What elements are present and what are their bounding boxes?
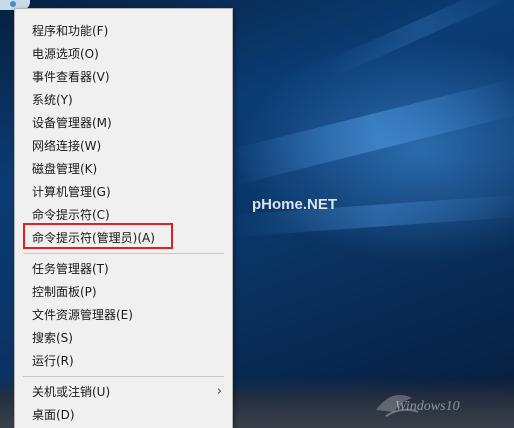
menu-item-label: 运行(R) <box>32 354 74 368</box>
menu-item-task-manager[interactable]: 任务管理器(T) <box>15 258 232 280</box>
menu-item-event-viewer[interactable]: 事件查看器(V) <box>15 66 232 88</box>
menu-item-label: 电源选项(O) <box>32 47 99 61</box>
menu-item-label: 命令提示符(C) <box>32 208 110 222</box>
menu-item-run[interactable]: 运行(R) <box>15 350 232 372</box>
menu-item-search[interactable]: 搜索(S) <box>15 327 232 349</box>
menu-item-label: 命令提示符(管理员)(A) <box>32 231 155 245</box>
menu-item-label: 磁盘管理(K) <box>32 162 98 176</box>
logo-text: Windows10 <box>395 399 460 414</box>
menu-item-shutdown-signout[interactable]: 关机或注销(U) › <box>15 381 232 403</box>
menu-item-device-manager[interactable]: 设备管理器(M) <box>15 112 232 134</box>
menu-item-control-panel[interactable]: 控制面板(P) <box>15 281 232 303</box>
menu-separator <box>23 376 224 377</box>
menu-item-label: 事件查看器(V) <box>32 70 110 84</box>
menu-item-label: 搜索(S) <box>32 331 73 345</box>
menu-item-label: 文件资源管理器(E) <box>32 308 133 322</box>
menu-item-computer-management[interactable]: 计算机管理(G) <box>15 181 232 203</box>
menu-item-label: 网络连接(W) <box>32 139 102 153</box>
winx-context-menu: 程序和功能(F) 电源选项(O) 事件查看器(V) 系统(Y) 设备管理器(M)… <box>14 8 233 428</box>
menu-separator <box>23 253 224 254</box>
menu-item-label: 程序和功能(F) <box>32 24 109 38</box>
menu-item-label: 任务管理器(T) <box>32 262 109 276</box>
menu-item-command-prompt-admin[interactable]: 命令提示符(管理员)(A) <box>15 227 232 249</box>
menu-item-file-explorer[interactable]: 文件资源管理器(E) <box>15 304 232 326</box>
menu-item-label: 设备管理器(M) <box>32 116 112 130</box>
watermark: pHome.NET <box>252 196 338 213</box>
menu-item-label: 计算机管理(G) <box>32 185 111 199</box>
menu-item-label: 关机或注销(U) <box>32 385 111 399</box>
chevron-right-icon: › <box>216 384 222 399</box>
menu-item-command-prompt[interactable]: 命令提示符(C) <box>15 204 232 226</box>
menu-item-network-connections[interactable]: 网络连接(W) <box>15 135 232 157</box>
menu-item-power-options[interactable]: 电源选项(O) <box>15 43 232 65</box>
menu-item-label: 桌面(D) <box>32 408 75 422</box>
menu-item-label: 控制面板(P) <box>32 285 97 299</box>
menu-item-label: 系统(Y) <box>32 93 73 107</box>
light-beam <box>326 0 514 78</box>
menu-item-desktop[interactable]: 桌面(D) <box>15 404 232 426</box>
menu-item-system[interactable]: 系统(Y) <box>15 89 232 111</box>
menu-item-programs-features[interactable]: 程序和功能(F) <box>15 20 232 42</box>
menu-item-disk-management[interactable]: 磁盘管理(K) <box>15 158 232 180</box>
light-beam <box>225 77 514 186</box>
